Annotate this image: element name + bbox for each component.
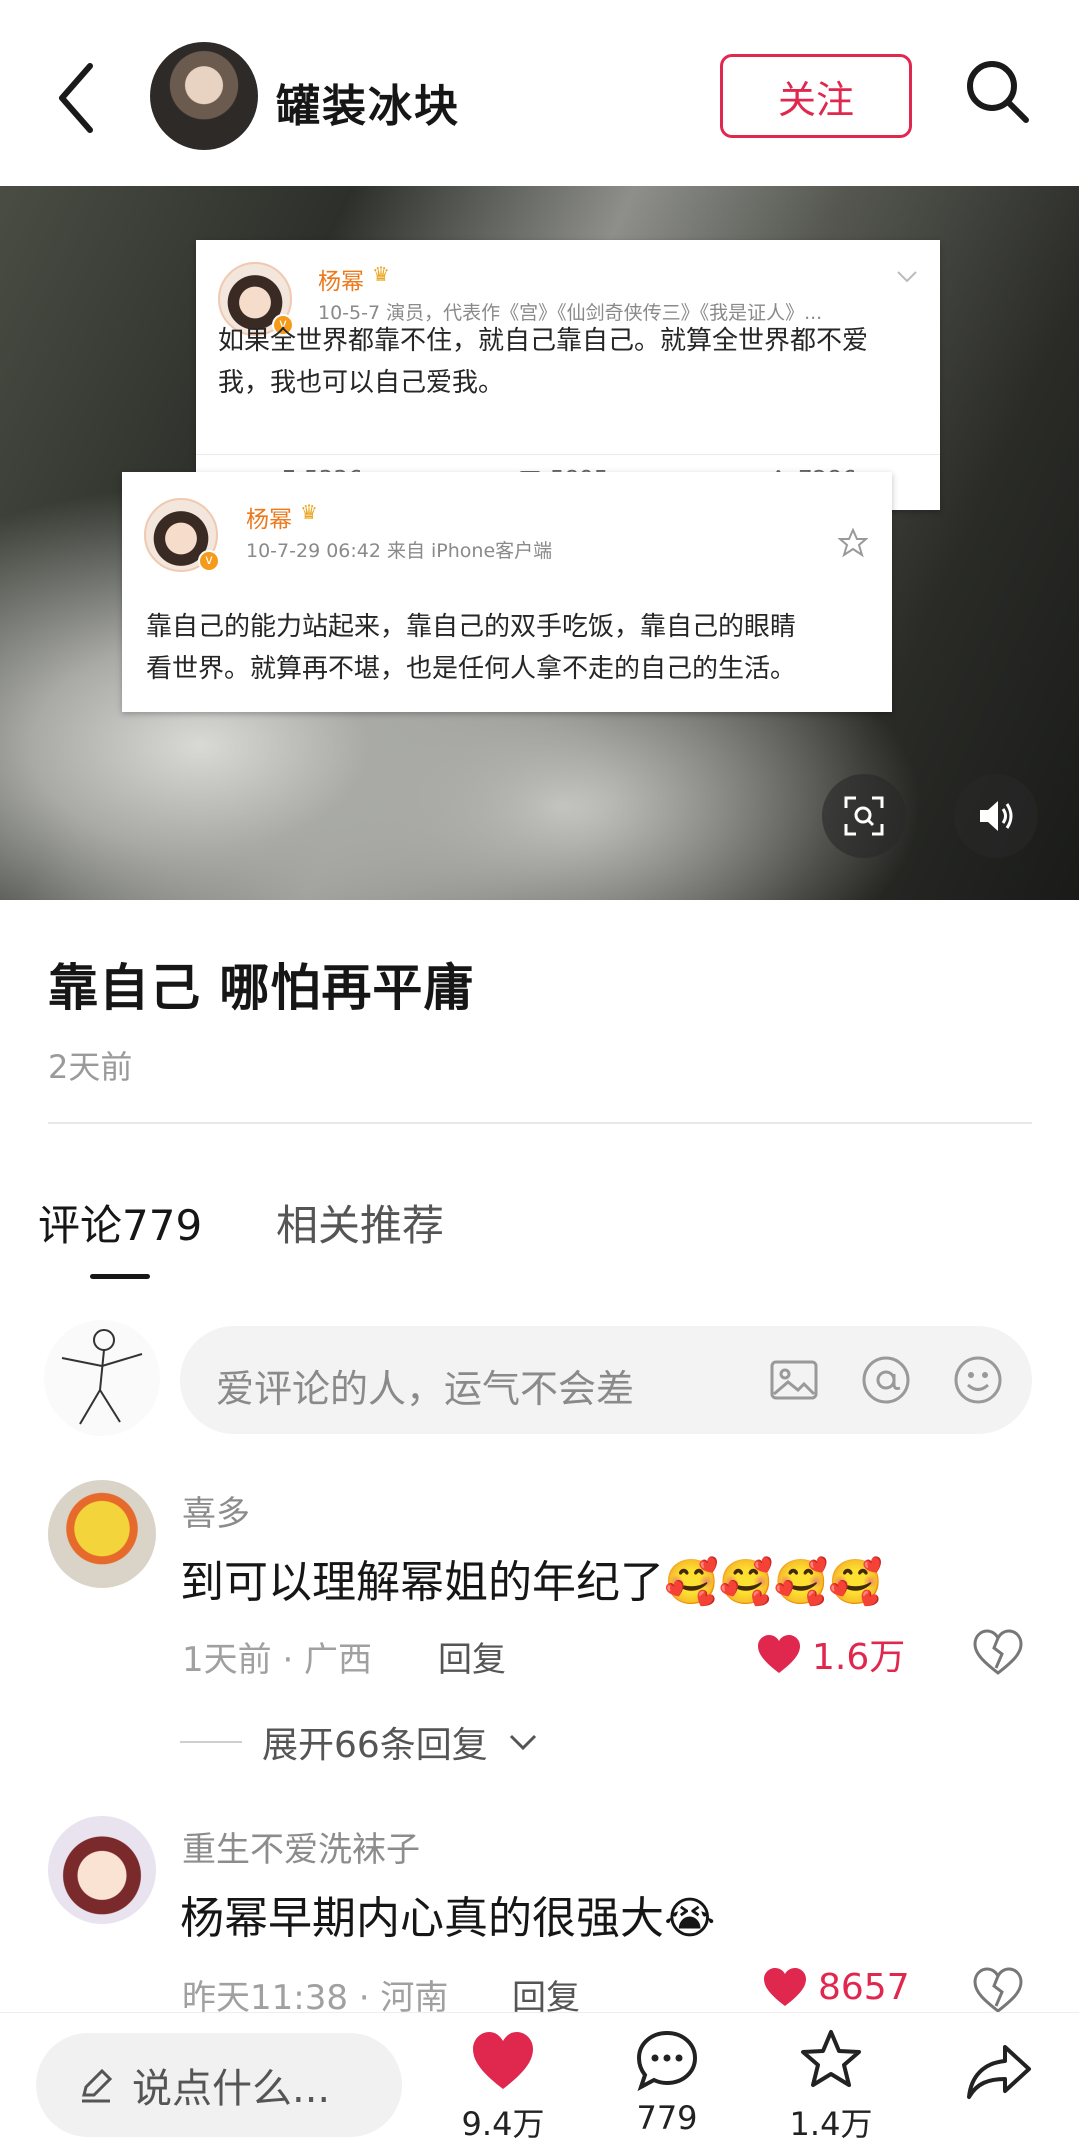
- verified-badge-icon: v: [198, 550, 220, 572]
- image-icon[interactable]: [768, 1354, 820, 1406]
- weibo-text-line: 我，我也可以自己爱我。: [218, 368, 505, 398]
- weibo-text-line: 看世界。就算再不堪，也是任何人拿不走的自己的生活。: [146, 654, 797, 684]
- my-avatar[interactable]: [42, 1318, 162, 1438]
- comment-placeholder: 爱评论的人，运气不会差: [216, 1367, 635, 1411]
- image-search-button[interactable]: [822, 774, 906, 858]
- weibo-card-1: v 杨幂 ♛ 10-5-7 演员，代表作《宫》《仙剑奇侠传三》《我是证人》...…: [196, 240, 940, 510]
- expand-divider: [180, 1741, 242, 1743]
- heart-filled-icon: [473, 2032, 533, 2089]
- reply-button[interactable]: 回复: [438, 1632, 506, 1681]
- post-time: 2天前: [48, 1048, 133, 1086]
- comment-text: 到可以理解幂姐的年纪了🥰🥰🥰🥰: [180, 1557, 884, 1608]
- comment-button[interactable]: 779: [612, 2027, 722, 2137]
- chevron-down-icon: [897, 271, 917, 283]
- comment-text: 杨幂早期内心真的很强大😭: [180, 1893, 716, 1944]
- dislike-icon[interactable]: [972, 1628, 1024, 1676]
- weibo-text-line: 如果全世界都靠不住，就自己靠自己。就算全世界都不爱: [218, 326, 869, 356]
- scan-icon: [844, 796, 884, 836]
- comment-like-button[interactable]: 8657: [762, 1966, 910, 2008]
- expand-label: 展开66条回复: [262, 1725, 488, 1766]
- heart-filled-icon: [764, 1968, 806, 2006]
- weibo-name: 杨幂: [246, 507, 292, 533]
- comment-input[interactable]: 爱评论的人，运气不会差: [180, 1326, 1032, 1434]
- crown-icon: ♛: [372, 262, 390, 286]
- comment-author[interactable]: 重生不爱洗袜子: [182, 1822, 420, 1871]
- weibo-avatar: v: [144, 498, 220, 572]
- tab-indicator: [90, 1274, 150, 1279]
- at-mention-icon[interactable]: [860, 1354, 912, 1406]
- post-image[interactable]: v 杨幂 ♛ 10-5-7 演员，代表作《宫》《仙剑奇侠传三》《我是证人》...…: [0, 186, 1079, 900]
- author-name[interactable]: 罐装冰块: [276, 70, 460, 134]
- say-something-label: 说点什么...: [132, 2066, 331, 2112]
- volume-button[interactable]: [954, 774, 1038, 858]
- dislike-icon[interactable]: [972, 1966, 1024, 2014]
- emoji-icon[interactable]: [952, 1354, 1004, 1406]
- star-icon: [838, 528, 868, 558]
- crown-icon: ♛: [300, 500, 318, 524]
- pencil-icon: [82, 2068, 113, 2103]
- heart-filled-icon: [758, 1635, 800, 1673]
- tab-related[interactable]: 相关推荐: [276, 1192, 444, 1253]
- tab-comments[interactable]: 评论779: [38, 1192, 202, 1253]
- speaker-icon: [980, 801, 1013, 831]
- divider: [48, 1122, 1032, 1124]
- weibo-name: 杨幂: [318, 269, 364, 295]
- share-button[interactable]: [944, 2039, 1054, 2107]
- star-icon: [801, 2030, 861, 2087]
- comment-count: 779: [636, 2099, 698, 2137]
- comment-like-count: 8657: [818, 1966, 910, 2008]
- follow-button[interactable]: 关注: [720, 54, 912, 138]
- say-something-input[interactable]: 说点什么...: [36, 2033, 402, 2137]
- comment-author[interactable]: 喜多: [182, 1486, 250, 1535]
- comment-avatar[interactable]: [48, 1816, 156, 1924]
- like-button[interactable]: 9.4万: [448, 2027, 558, 2145]
- comment-like-button[interactable]: 1.6万: [756, 1628, 905, 1680]
- back-icon[interactable]: [52, 58, 102, 138]
- comment-avatar[interactable]: [48, 1480, 156, 1588]
- weibo-text-line: 靠自己的能力站起来，靠自己的双手吃饭，靠自己的眼睛: [146, 612, 797, 642]
- chevron-down-icon: [509, 1734, 536, 1751]
- like-count: 9.4万: [461, 2105, 545, 2143]
- post-title: 靠自己 哪怕再平庸: [48, 959, 475, 1017]
- top-bar: 罐装冰块 关注: [0, 0, 1079, 186]
- weibo-meta: 10-7-29 06:42 来自 iPhone客户端: [246, 540, 553, 562]
- expand-replies-button[interactable]: 展开66条回复: [180, 1716, 538, 1768]
- weibo-card-2: v 杨幂 ♛ 10-7-29 06:42 来自 iPhone客户端 靠自己的能力…: [122, 472, 892, 712]
- bottom-action-bar: 说点什么... 9.4万 779 1.4万: [0, 2012, 1079, 2155]
- share-arrow-icon: [967, 2045, 1031, 2099]
- search-icon[interactable]: [962, 56, 1032, 126]
- favorite-count: 1.4万: [789, 2105, 873, 2143]
- comment-meta: 1天前 · 广西: [182, 1640, 373, 1680]
- author-avatar[interactable]: [150, 42, 258, 150]
- chat-bubble-icon: [636, 2030, 698, 2092]
- favorite-button[interactable]: 1.4万: [776, 2027, 886, 2145]
- comment-like-count: 1.6万: [812, 1637, 906, 1678]
